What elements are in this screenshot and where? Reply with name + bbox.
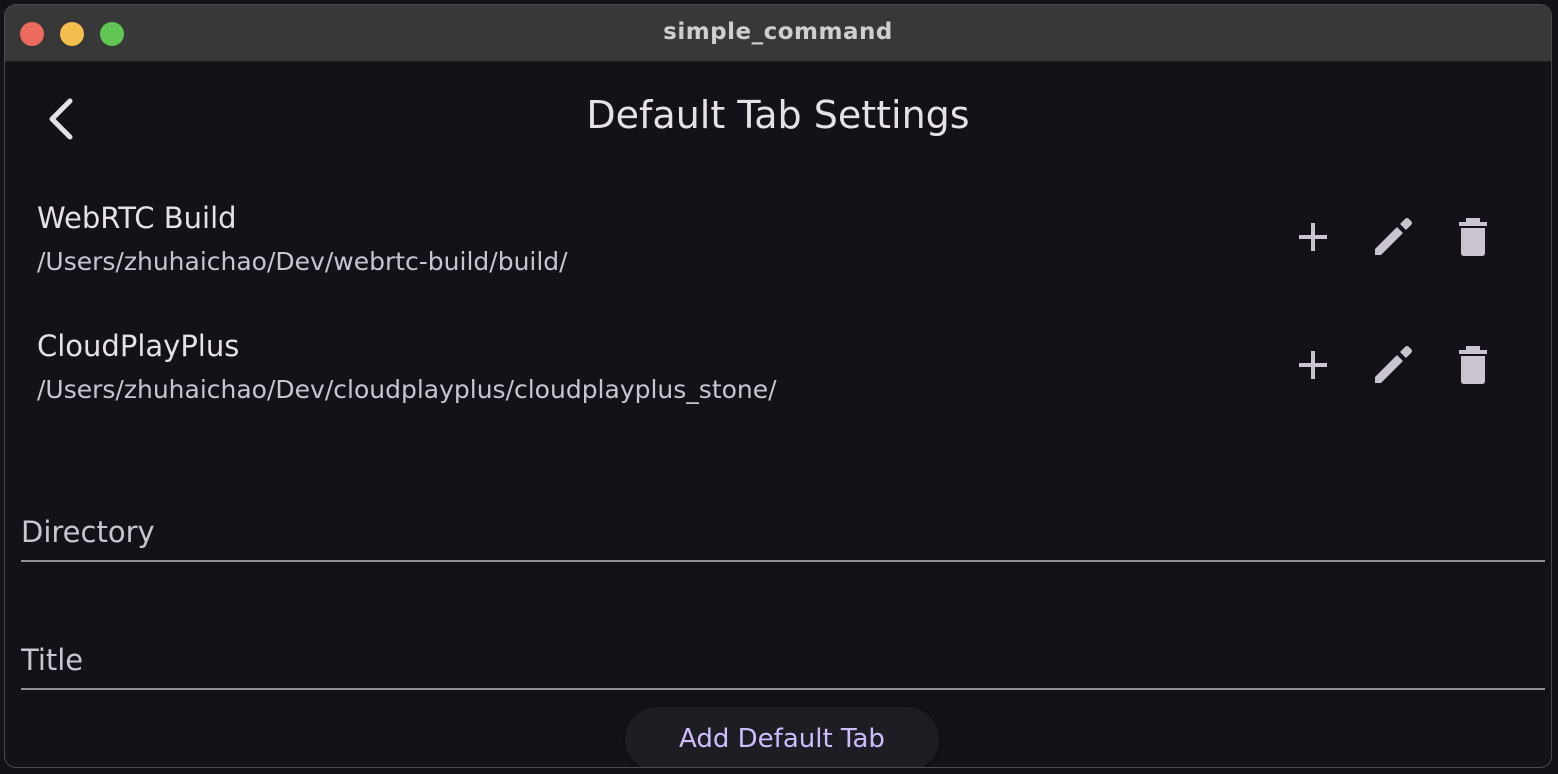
delete-button[interactable] [1449, 341, 1497, 389]
title-input[interactable] [21, 620, 1545, 694]
add-default-tab-button[interactable]: Add Default Tab [625, 707, 939, 767]
title-field [21, 620, 1545, 694]
trash-icon [1459, 346, 1487, 384]
app-window: simple_command Default Tab Settings WebR… [4, 4, 1552, 768]
plus-icon [1299, 351, 1327, 379]
list-item: CloudPlayPlus /Users/zhuhaichao/Dev/clou… [5, 329, 1551, 439]
window-title: simple_command [663, 19, 893, 45]
page-title: Default Tab Settings [586, 93, 970, 137]
edit-button[interactable] [1369, 213, 1417, 261]
tab-path: /Users/zhuhaichao/Dev/cloudplayplus/clou… [37, 375, 777, 404]
pencil-icon [1375, 218, 1412, 255]
delete-button[interactable] [1449, 213, 1497, 261]
tab-title: CloudPlayPlus [37, 329, 240, 363]
directory-input[interactable] [21, 492, 1545, 566]
add-button[interactable] [1289, 341, 1337, 389]
tab-path: /Users/zhuhaichao/Dev/webrtc-build/build… [37, 247, 568, 276]
add-button[interactable] [1289, 213, 1337, 261]
pencil-icon [1375, 346, 1412, 383]
tab-title: WebRTC Build [37, 201, 237, 235]
list-item: WebRTC Build /Users/zhuhaichao/Dev/webrt… [5, 201, 1551, 311]
directory-field [21, 492, 1545, 566]
trash-icon [1459, 218, 1487, 256]
plus-icon [1299, 223, 1327, 251]
title-bar: simple_command [5, 5, 1551, 62]
edit-button[interactable] [1369, 341, 1417, 389]
